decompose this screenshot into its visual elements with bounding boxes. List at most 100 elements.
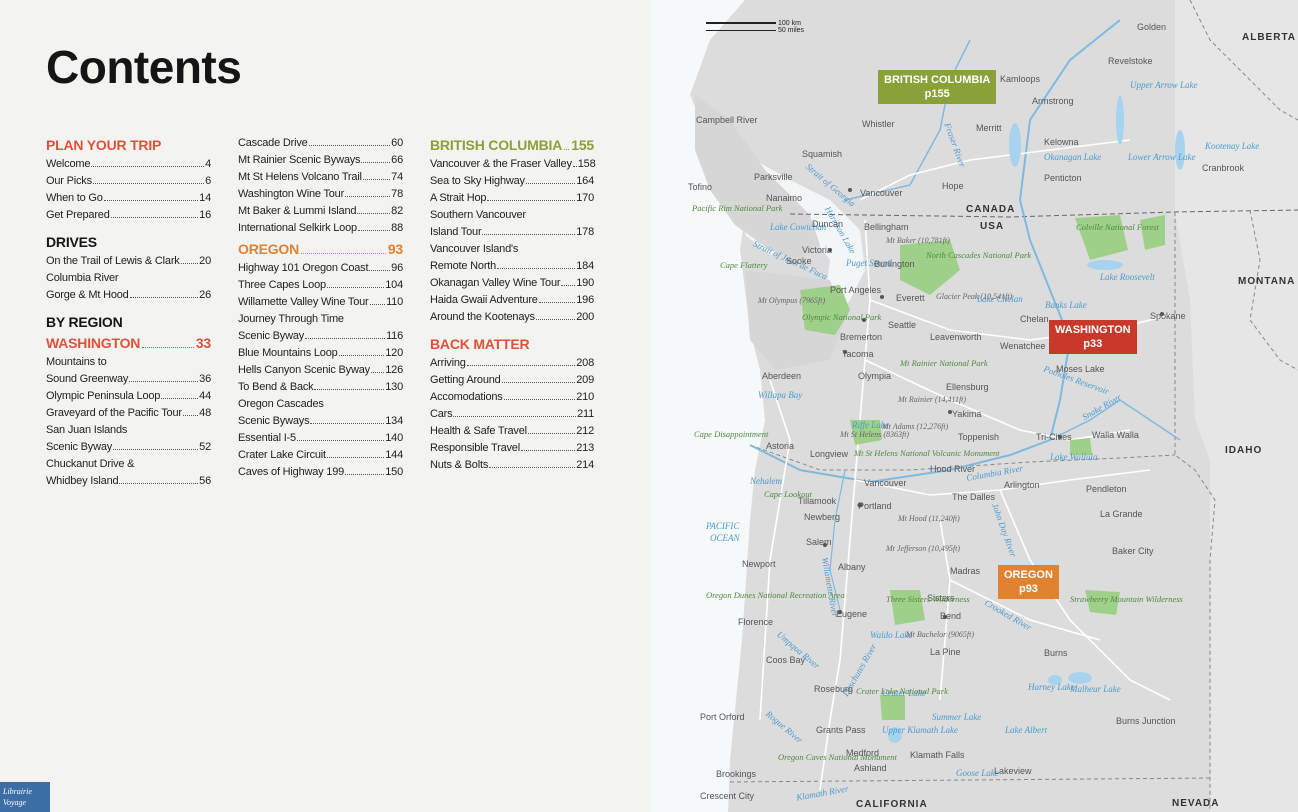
map-label-city: Penticton [1044,173,1082,183]
toc-entry[interactable]: Health & Safe Travel 212 [430,423,594,440]
toc-entry[interactable]: Cars 211 [430,406,594,423]
toc-entry[interactable]: Welcome 4 [46,156,211,173]
map-label-city: Grants Pass [816,725,866,735]
toc-entry[interactable]: A Strait Hop 170 [430,190,594,207]
toc-entry[interactable]: Getting Around 209 [430,372,594,389]
toc-entry[interactable]: Gorge & Mt Hood 26 [46,287,211,304]
map-label-region: CALIFORNIA [856,799,928,810]
map-label-water: Harney Lake [1028,682,1075,692]
toc-entry[interactable]: Hells Canyon Scenic Byway 126 [238,362,403,379]
region-map[interactable]: 100 km 50 miles BRITISH COLUMBIA p155 WAS… [650,0,1298,812]
okanagan-lake [1009,123,1021,167]
map-label-city: Merritt [976,123,1002,133]
toc-entry[interactable]: Cascade Drive 60 [238,135,403,152]
toc-entry[interactable]: Graveyard of the Pacific Tour 48 [46,405,211,422]
toc-entry[interactable]: When to Go 14 [46,190,211,207]
map-label-region: USA [980,221,1005,232]
section-drives[interactable]: DRIVES [46,232,211,252]
map-label-park: Cape Flattery [720,260,768,270]
map-label-city: Astoria [766,441,795,451]
callout-washington[interactable]: WASHINGTON p33 [1049,320,1137,354]
map-label-water: OCEAN [710,533,740,543]
map-label-park: Crater Lake National Park [856,686,948,696]
toc-entry-line[interactable]: Vancouver Island's [430,241,594,258]
toc-entry[interactable]: Mt Baker & Lummi Island 82 [238,203,403,220]
callout-british-columbia[interactable]: BRITISH COLUMBIA p155 [878,70,997,104]
map-label-park: Mt Rainier National Park [900,358,988,368]
toc-entry[interactable]: On the Trail of Lewis & Clark 20 [46,253,211,270]
map-label-city: Ashland [854,763,887,773]
toc-entry[interactable]: Responsible Travel 213 [430,440,594,457]
map-label-peak: Mt Jefferson (10,495ft) [886,544,960,553]
toc-entry-line[interactable]: Journey Through Time [238,311,403,328]
toc-entry-line[interactable]: Mountains to [46,354,211,371]
contents-column-3: BRITISH COLUMBIA 155 Vancouver & the Fras… [430,135,596,474]
section-plan-your-trip[interactable]: PLAN YOUR TRIP [46,135,211,155]
toc-entry[interactable]: Olympic Peninsula Loop 44 [46,388,211,405]
toc-entry[interactable]: Arriving 208 [430,355,594,372]
callout-oregon[interactable]: OREGON p93 [998,565,1059,599]
toc-entry-line[interactable]: Southern Vancouver [430,207,594,224]
map-label-water: Lake Wallula [1050,452,1098,462]
map-label-park: Olympic National Park [802,312,882,322]
toc-entry[interactable]: Nuts & Bolts 214 [430,457,594,474]
toc-entry[interactable]: Washington Wine Tour 78 [238,186,403,203]
toc-entry[interactable]: To Bend & Back 130 [238,379,403,396]
toc-entry[interactable]: Whidbey Island 56 [46,473,211,490]
toc-entry[interactable]: Essential I-5 140 [238,430,403,447]
toc-entry[interactable]: International Selkirk Loop 88 [238,220,403,237]
map-label-city: Arlington [1004,480,1040,490]
toc-entry[interactable]: Sea to Sky Highway 164 [430,173,594,190]
toc-entry[interactable]: Scenic Byway 52 [46,439,211,456]
map-label-water: Summer Lake [932,712,982,722]
toc-entry-line[interactable]: Oregon Cascades [238,396,403,413]
map-label-park: North Cascades National Park [926,250,1032,260]
map-label-city: Tacoma [842,349,874,359]
watermark-logo: Librairie Voyage [0,782,50,812]
map-label-city: Newport [742,559,776,569]
toc-entry[interactable]: Crater Lake Circuit 144 [238,447,403,464]
map-scale: 100 km 50 miles [706,20,804,34]
map-label-city: Burns [1044,648,1068,658]
toc-entry-line[interactable]: San Juan Islands [46,422,211,439]
map-label-park: Strawberry Mountain Wilderness [1070,594,1183,604]
contents-column-2: Cascade Drive 60 Mt Rainier Scenic Byways… [238,135,403,481]
map-label-water: Lake Roosevelt [1100,272,1155,282]
toc-entry[interactable]: Accomodations 210 [430,389,594,406]
toc-entry[interactable]: Island Tour 178 [430,224,594,241]
toc-entry[interactable]: Our Picks 6 [46,173,211,190]
toc-entry[interactable]: Get Prepared 16 [46,207,211,224]
map-label-city: Baker City [1112,546,1154,556]
section-british-columbia[interactable]: BRITISH COLUMBIA 155 [430,135,594,155]
toc-entry[interactable]: Three Capes Loop 104 [238,277,403,294]
toc-entry[interactable]: Highway 101 Oregon Coast 96 [238,260,403,277]
map-label-city: The Dalles [952,492,996,502]
toc-entry[interactable]: Caves of Highway 199 150 [238,464,403,481]
map-label-city: Leavenworth [930,332,982,342]
map-label-city: Seattle [888,320,917,330]
map-label-region: NEVADA [1172,798,1220,809]
toc-entry[interactable]: Scenic Byways 134 [238,413,403,430]
toc-entry-line[interactable]: Columbia River [46,270,211,287]
toc-entry-line[interactable]: Chuckanut Drive & [46,456,211,473]
toc-entry[interactable]: Around the Kootenays 200 [430,309,594,326]
map-label-city: Kelowna [1044,137,1079,147]
section-back-matter[interactable]: BACK MATTER [430,334,594,354]
toc-entry[interactable]: Vancouver & the Fraser Valley 158 [430,156,596,173]
toc-entry[interactable]: Blue Mountains Loop 120 [238,345,403,362]
map-label-city: La Pine [930,647,961,657]
toc-entry[interactable]: Scenic Byway 116 [238,328,403,345]
map-label-city: Portland [858,501,892,511]
toc-entry[interactable]: Mt Rainier Scenic Byways 66 [238,152,403,169]
toc-entry[interactable]: Haida Gwaii Adventure 196 [430,292,594,309]
map-label-city: Sooke [786,256,812,266]
or-ca-border [729,777,1211,783]
toc-entry[interactable]: Okanagan Valley Wine Tour 190 [430,275,594,292]
toc-entry[interactable]: Mt St Helens Volcano Trail 74 [238,169,403,186]
toc-entry[interactable]: Remote North 184 [430,258,594,275]
toc-entry[interactable]: Willamette Valley Wine Tour 110 [238,294,403,311]
section-oregon[interactable]: OREGON 93 [238,239,403,259]
toc-entry[interactable]: Sound Greenway 36 [46,371,211,388]
map-label-city: Hood River [930,464,976,474]
section-washington[interactable]: WASHINGTON 33 [46,333,211,353]
